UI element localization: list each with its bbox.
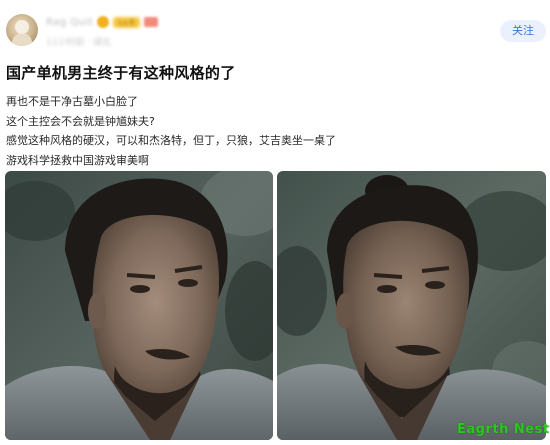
avatar[interactable] bbox=[6, 14, 38, 46]
post-meta: 11小时前 · 湖北 bbox=[46, 38, 112, 48]
post-title: 国产单机男主终于有这种风格的了 bbox=[6, 64, 236, 82]
medal-icon bbox=[143, 17, 158, 27]
author-info[interactable]: Rag Quit Lv.8 bbox=[46, 15, 158, 29]
level-badge: Lv.8 bbox=[113, 16, 140, 28]
post-body-line: 再也不是干净古墓小白脸了 bbox=[6, 95, 138, 108]
portrait-photo-icon bbox=[277, 171, 546, 440]
watermark: Eagrth Nest bbox=[457, 422, 550, 437]
post-body: 再也不是干净古墓小白脸了 这个主控会不会就是钟馗妹夫? 感觉这种风格的硬汉，可以… bbox=[6, 92, 336, 170]
post-body-line: 这个主控会不会就是钟馗妹夫? bbox=[6, 114, 155, 128]
portrait-photo-icon bbox=[5, 171, 273, 440]
author-name[interactable]: Rag Quit bbox=[46, 17, 93, 28]
post-body-line: 感觉这种风格的硬汉，可以和杰洛特，但丁，只狼，艾吉奥坐一桌了 bbox=[6, 134, 336, 147]
follow-button[interactable]: 关注 bbox=[500, 20, 546, 42]
post-image-1[interactable] bbox=[5, 171, 273, 440]
post-image-2[interactable] bbox=[277, 171, 546, 440]
post-header: Rag Quit Lv.8 11小时前 · 湖北 关注 bbox=[0, 0, 550, 56]
post-body-line: 游戏科学拯救中国游戏审美啊 bbox=[6, 153, 149, 167]
vip-icon bbox=[97, 16, 110, 28]
